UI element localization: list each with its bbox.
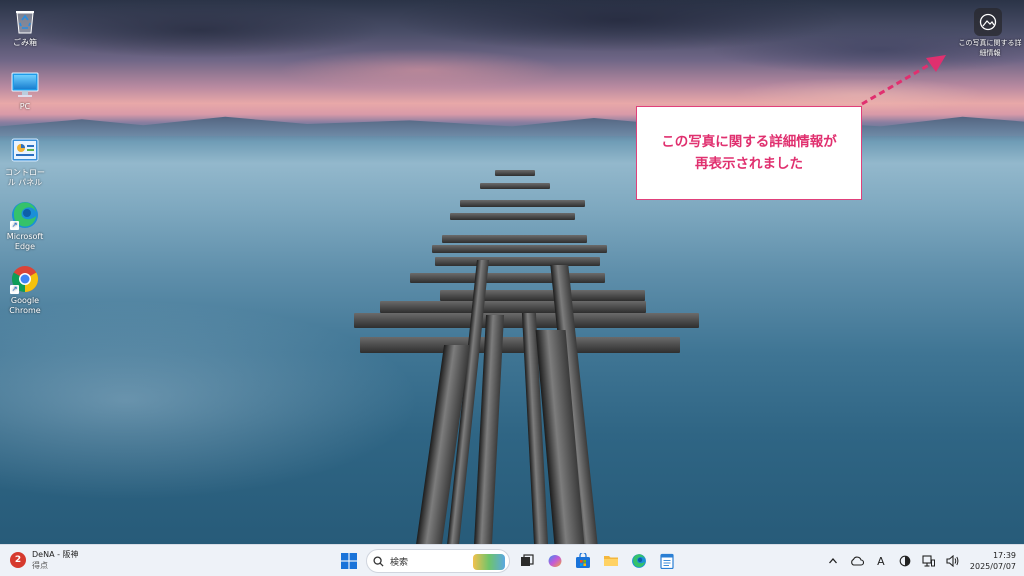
news-widget[interactable]: 2 DeNA - 阪神 得点 bbox=[10, 549, 79, 571]
onedrive-tray-button[interactable] bbox=[850, 554, 864, 568]
callout-line-2: 再表示されました bbox=[695, 156, 803, 172]
task-view-button[interactable] bbox=[516, 550, 538, 572]
volume-tray-button[interactable] bbox=[946, 554, 960, 568]
search-placeholder: 検索 bbox=[390, 557, 409, 568]
clock-date: 2025/07/07 bbox=[969, 562, 1016, 571]
clock-time: 17:39 bbox=[992, 551, 1016, 560]
news-subtitle: 得点 bbox=[32, 561, 48, 570]
notification-callout: この写真に関する詳細情報が 再表示されました bbox=[636, 106, 862, 200]
network-tray-button[interactable] bbox=[922, 554, 936, 568]
taskbar: 2 DeNA - 阪神 得点 検索 A 17:39 2025/07/07 bbox=[0, 544, 1024, 576]
store-button[interactable] bbox=[572, 550, 594, 572]
start-button[interactable] bbox=[338, 550, 360, 572]
network-icon bbox=[922, 555, 936, 567]
show-hidden-icons-button[interactable] bbox=[826, 554, 840, 568]
edge-icon bbox=[632, 554, 646, 568]
ime-status-button[interactable] bbox=[898, 554, 912, 568]
file-explorer-icon bbox=[604, 556, 618, 566]
notepad-button[interactable] bbox=[656, 550, 678, 572]
copilot-icon bbox=[548, 555, 562, 567]
news-badge-icon: 2 bbox=[10, 552, 26, 568]
notepad-icon bbox=[660, 553, 674, 569]
search-icon bbox=[373, 555, 384, 567]
ime-status-icon bbox=[899, 555, 911, 567]
windows-logo-icon bbox=[341, 553, 357, 569]
taskbar-clock[interactable]: 17:39 2025/07/07 bbox=[970, 550, 1016, 572]
search-highlight-icon bbox=[473, 554, 505, 570]
taskbar-search-box[interactable]: 検索 bbox=[366, 549, 510, 573]
speaker-icon bbox=[946, 555, 959, 567]
callout-arrow bbox=[861, 55, 946, 106]
chevron-up-icon bbox=[828, 558, 837, 564]
file-explorer-button[interactable] bbox=[600, 550, 622, 572]
cloud-icon bbox=[851, 556, 864, 566]
news-title: DeNA - 阪神 bbox=[32, 550, 79, 559]
ime-mode-button[interactable]: A bbox=[874, 554, 888, 568]
copilot-button[interactable] bbox=[544, 550, 566, 572]
store-icon bbox=[576, 553, 590, 568]
edge-taskbar-button[interactable] bbox=[628, 550, 650, 572]
callout-line-1: この写真に関する詳細情報が bbox=[661, 134, 837, 150]
task-view-icon bbox=[521, 554, 534, 566]
